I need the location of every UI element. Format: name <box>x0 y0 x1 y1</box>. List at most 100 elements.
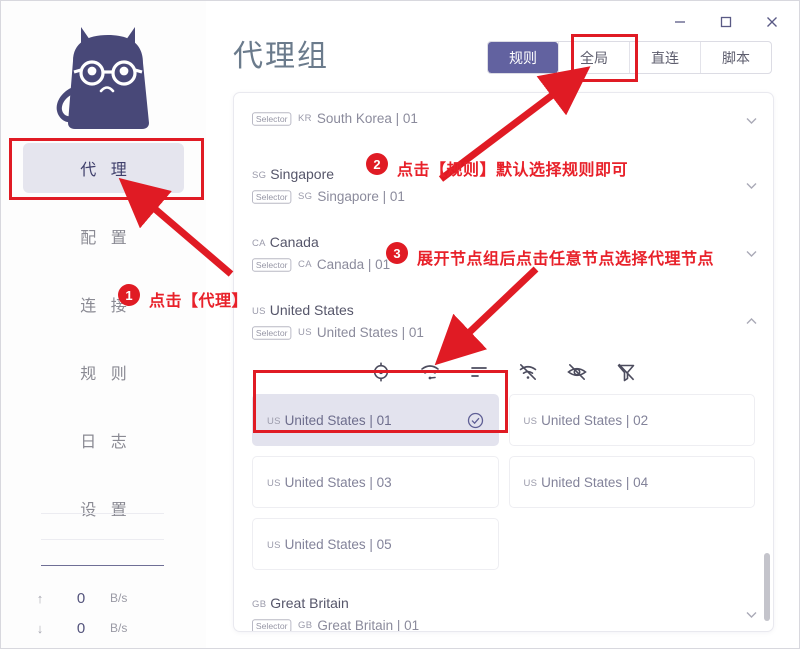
upload-value: 0 <box>76 589 86 607</box>
traffic-upload-row: ↑ 0 B/s <box>28 583 178 613</box>
selector-badge: Selector <box>252 112 292 126</box>
eye-off-icon[interactable] <box>566 361 588 383</box>
selector-badge: Selector <box>252 258 292 272</box>
node-card[interactable]: US United States | 04 <box>508 456 755 508</box>
divider-1 <box>41 513 164 514</box>
node-card[interactable]: US United States | 03 <box>252 456 499 508</box>
panel-scrollbar[interactable] <box>764 553 770 621</box>
sidebar-item-rules[interactable]: 规 则 <box>23 347 184 397</box>
country-code: CA <box>298 259 312 270</box>
sidebar-item-proxy[interactable]: 代 理 <box>23 143 184 193</box>
download-unit: B/s <box>110 621 128 635</box>
sort-icon[interactable] <box>468 361 490 383</box>
proxy-groups-list: Selector KR South Korea | 01 SG Singapor… <box>234 93 773 631</box>
node-card[interactable]: US United States | 01 <box>252 394 499 446</box>
country-code: CA <box>252 238 266 249</box>
proxy-group-header[interactable]: CA Canada Selector CA Canada | 01 <box>252 225 757 281</box>
node-name: United States | 01 <box>284 412 392 428</box>
node-name: United States | 02 <box>541 412 649 428</box>
proxy-group-current: Selector KR South Korea | 01 <box>252 110 755 128</box>
selector-badge: Selector <box>252 326 292 340</box>
selector-badge: Selector <box>252 619 292 631</box>
sidebar-item-label: 代 理 <box>80 162 132 179</box>
sidebar-nav: 代 理 配 置 连 接 规 则 日 志 设 置 <box>1 143 206 551</box>
node-label: US United States | 05 <box>267 537 392 552</box>
maximize-icon[interactable] <box>713 9 739 35</box>
group-name: Canada <box>269 234 319 250</box>
tab-global[interactable]: 全局 <box>558 42 629 73</box>
group-name: Great Britain <box>270 595 349 611</box>
proxy-group-title: SG Singapore <box>252 164 755 186</box>
filter-off-icon[interactable] <box>615 361 637 383</box>
sidebar: 代 理 配 置 连 接 规 则 日 志 设 置 ↑ 0 B/s ↓ 0 B/s <box>1 1 206 648</box>
minimize-icon[interactable] <box>667 9 693 35</box>
window-controls <box>667 9 785 35</box>
node-card[interactable]: US United States | 05 <box>252 518 499 570</box>
current-node-label: United States | 01 <box>316 325 424 340</box>
chevron-down-icon[interactable] <box>744 178 759 193</box>
proxy-group-header[interactable]: Selector KR South Korea | 01 <box>252 95 757 145</box>
group-action-toolbar <box>252 349 755 392</box>
sidebar-item-logs[interactable]: 日 志 <box>23 415 184 465</box>
country-code: GB <box>252 599 267 610</box>
proxy-group-title: US United States <box>252 300 755 322</box>
selector-badge: Selector <box>252 190 292 204</box>
current-node-label: Singapore | 01 <box>317 189 405 204</box>
chevron-up-icon[interactable] <box>744 314 759 329</box>
no-signal-icon[interactable] <box>517 361 539 383</box>
node-name: United States | 05 <box>284 536 392 552</box>
node-label: US United States | 03 <box>267 475 392 490</box>
node-label: US United States | 04 <box>524 475 649 490</box>
proxy-group-header[interactable]: US United States Selector US United Stat… <box>252 293 757 349</box>
sidebar-item-profiles[interactable]: 配 置 <box>23 211 184 261</box>
app-window: 代 理 配 置 连 接 规 则 日 志 设 置 ↑ 0 B/s ↓ 0 B/s … <box>0 0 800 649</box>
country-code: KR <box>298 113 312 124</box>
chevron-down-icon[interactable] <box>744 113 759 128</box>
proxy-group-sg: SG Singapore Selector SG Singapore | 01 <box>234 157 773 213</box>
traffic-download-row: ↓ 0 B/s <box>28 613 178 643</box>
upload-unit: B/s <box>110 591 128 605</box>
arrow-up-icon: ↑ <box>36 590 44 606</box>
country-code: US <box>252 306 266 317</box>
cat-logo <box>37 15 169 133</box>
proxy-group-title: CA Canada <box>252 232 755 254</box>
node-name: United States | 04 <box>541 474 649 490</box>
proxy-group-kr: Selector KR South Korea | 01 <box>234 93 773 145</box>
page-title: 代理组 <box>233 40 329 73</box>
tab-script[interactable]: 脚本 <box>700 42 771 73</box>
country-code: SG <box>298 191 313 202</box>
proxy-group-header[interactable]: SG Singapore Selector SG Singapore | 01 <box>252 157 757 213</box>
country-code: SG <box>252 170 267 181</box>
sidebar-item-label: 日 志 <box>80 434 132 451</box>
node-label: US United States | 01 <box>267 413 392 428</box>
country-code: US <box>267 539 281 551</box>
node-card[interactable]: US United States | 02 <box>508 394 755 446</box>
traffic-stats: ↑ 0 B/s ↓ 0 B/s <box>28 583 178 643</box>
sidebar-item-connections[interactable]: 连 接 <box>23 279 184 329</box>
proxy-group-current: Selector US United States | 01 <box>252 324 755 342</box>
target-icon[interactable] <box>370 361 392 383</box>
tab-direct[interactable]: 直连 <box>629 42 700 73</box>
group-name: Singapore <box>270 166 335 182</box>
node-grid: US United States | 01 US United States |… <box>252 392 755 584</box>
divider-3 <box>41 565 164 566</box>
proxy-group-header[interactable]: GB Great Britain Selector GB Great Brita… <box>252 586 757 631</box>
divider-2 <box>41 539 164 540</box>
chevron-down-icon[interactable] <box>744 246 759 261</box>
node-name: United States | 03 <box>284 474 392 490</box>
tab-rule[interactable]: 规则 <box>488 42 558 73</box>
country-code: US <box>267 415 281 427</box>
proxy-group-current: Selector GB Great Britain | 01 <box>252 617 755 631</box>
chevron-down-icon[interactable] <box>744 607 759 622</box>
mode-tabs: 规则 全局 直连 脚本 <box>487 41 772 74</box>
speed-test-icon[interactable] <box>419 361 441 383</box>
close-icon[interactable] <box>759 9 785 35</box>
check-circle-icon <box>467 412 484 429</box>
country-code: US <box>298 327 312 338</box>
proxy-group-current: Selector CA Canada | 01 <box>252 256 755 274</box>
proxy-groups-panel[interactable]: Selector KR South Korea | 01 SG Singapor… <box>233 92 774 632</box>
proxy-group-gb: GB Great Britain Selector GB Great Brita… <box>234 586 773 631</box>
country-code: US <box>523 415 538 427</box>
node-label: US United States | 02 <box>524 413 649 428</box>
country-code: US <box>267 477 281 489</box>
